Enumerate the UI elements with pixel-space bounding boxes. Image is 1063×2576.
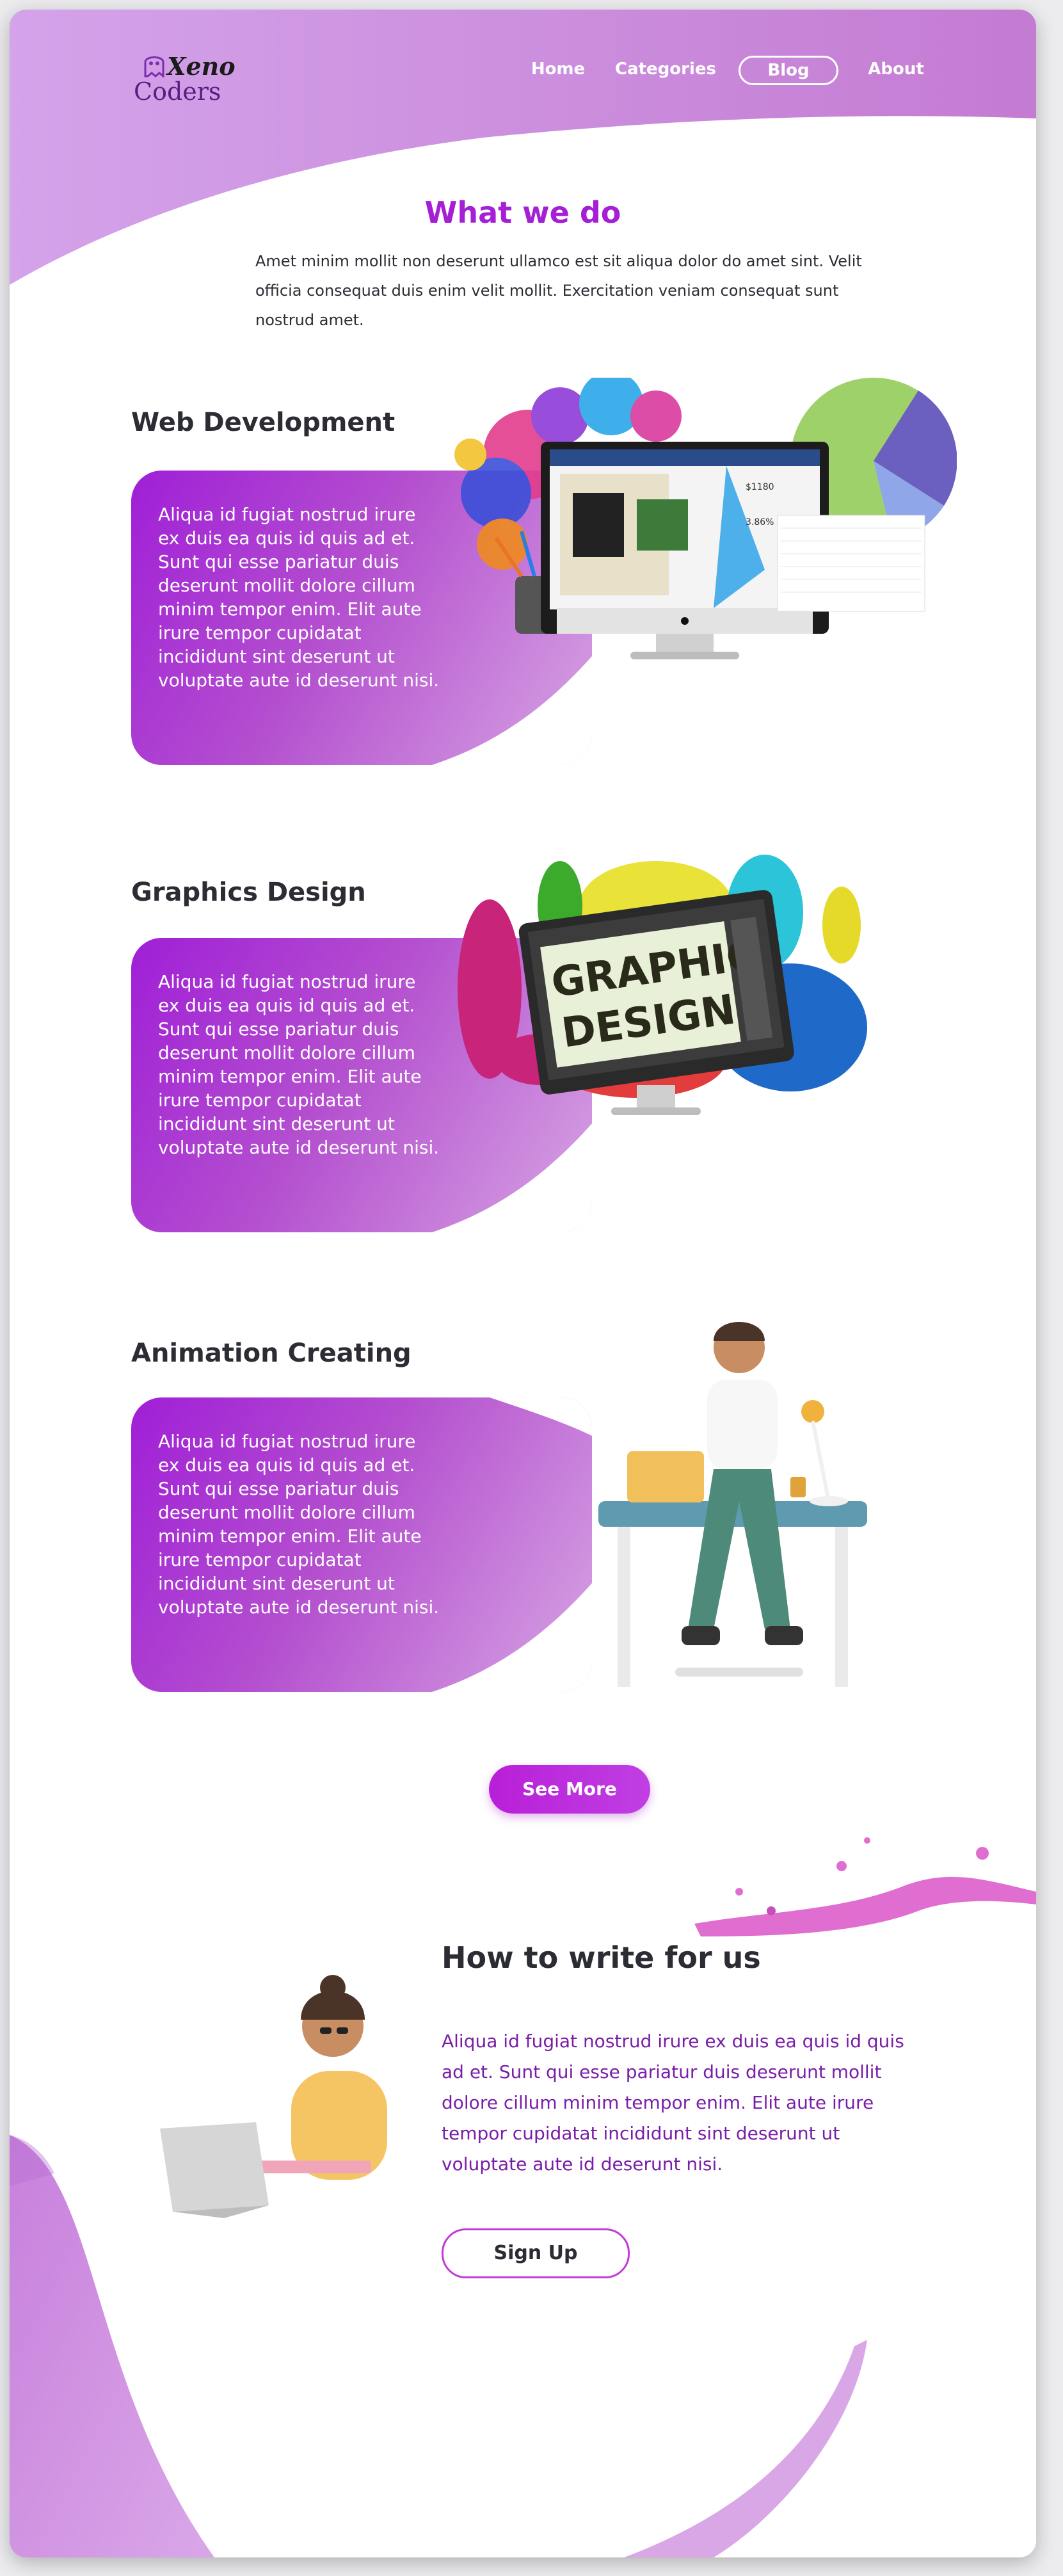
service-title-web-development: Web Development [131,408,396,437]
paint-splash-decoration [694,1837,1036,1936]
web-development-monitor-illustration: $1180 3.86% [454,378,957,659]
write-for-us-title: How to write for us [442,1940,761,1975]
service-text-web-development: Aliqua id fugiat nostrud irure ex duis e… [158,504,440,691]
what-we-do-title: What we do [424,195,621,230]
service-text-animation-creating: Aliqua id fugiat nostrud irure ex duis e… [158,1431,440,1618]
sign-up-button[interactable]: Sign Up [442,2228,630,2278]
nav-blog[interactable]: Blog [739,56,838,85]
man-at-desk-illustration [598,1322,867,1687]
service-title-graphics-design: Graphics Design [131,878,366,907]
nav-categories[interactable]: Categories [615,54,716,84]
nav-home[interactable]: Home [529,54,587,84]
svg-text:3.86%: 3.86% [746,517,774,527]
nav-about[interactable]: About [867,54,925,84]
top-nav: Home Categories Blog About [10,54,1036,86]
graphic-design-monitor-illustration: GRAPHIC DESIGN [458,855,867,1115]
service-card-animation-creating: Aliqua id fugiat nostrud irure ex duis e… [131,1397,592,1692]
service-title-animation-creating: Animation Creating [131,1339,412,1368]
svg-text:$1180: $1180 [746,482,774,492]
what-we-do-intro: Amet minim mollit non deserunt ullamco e… [255,252,862,329]
see-more-button[interactable]: See More [489,1765,650,1814]
service-text-graphics-design: Aliqua id fugiat nostrud irure ex duis e… [158,971,440,1158]
woman-with-laptop-illustration [160,1975,387,2218]
page-frame: Xeno Coders Home Categories Blog About W… [10,10,1036,2557]
write-for-us-text: Aliqua id fugiat nostrud irure ex duis e… [442,2031,904,2175]
